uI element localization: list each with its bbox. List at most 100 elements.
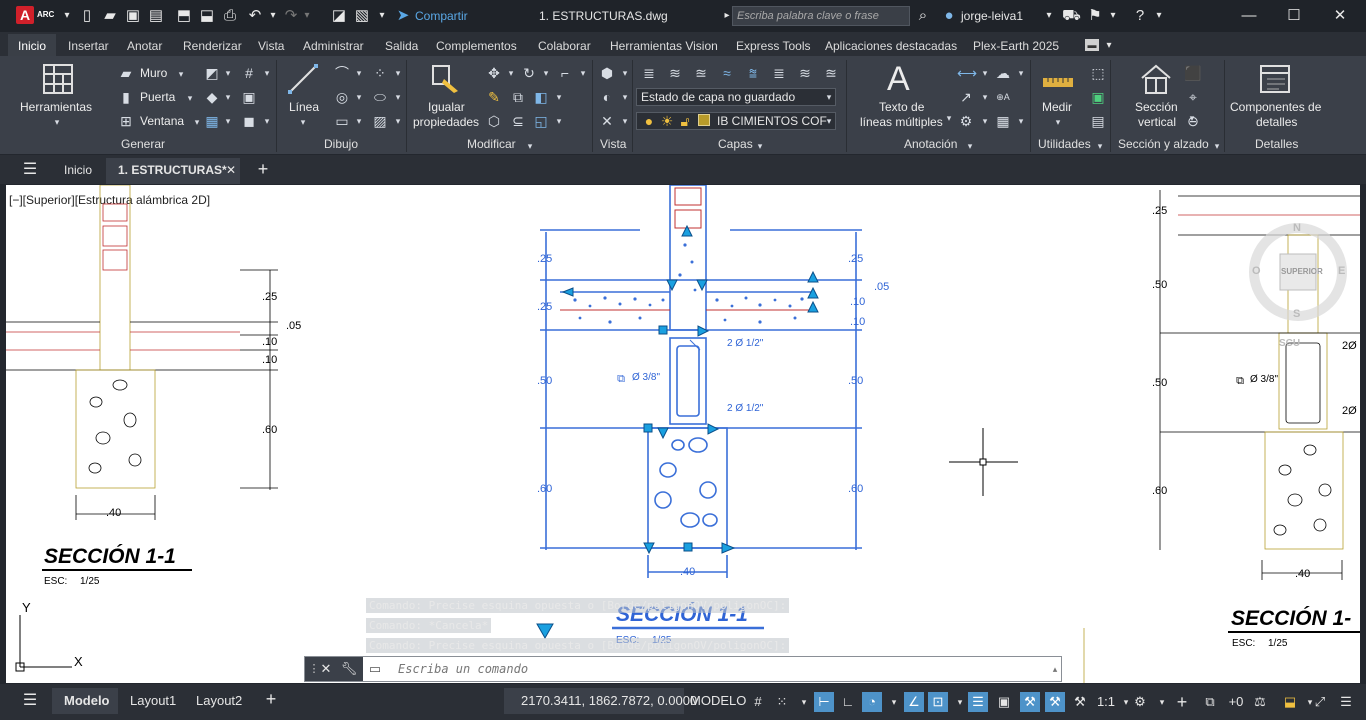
annotation-scale-icon[interactable]: ⚒: [1070, 692, 1090, 712]
visual-style-dropdown-icon[interactable]: ▾: [616, 89, 634, 105]
fillet-icon[interactable]: ⌐: [556, 65, 574, 81]
lineweight-icon[interactable]: ☰: [968, 692, 988, 712]
search-icon[interactable]: ⌕: [914, 7, 932, 25]
clean-screen-icon[interactable]: ⤢: [1310, 692, 1330, 712]
workspace-gear-icon[interactable]: ⚙: [1130, 692, 1150, 712]
rotate-dropdown-icon[interactable]: ▾: [537, 65, 555, 81]
space-icon[interactable]: ▣: [240, 89, 258, 105]
units-icon[interactable]: ⚖: [1250, 692, 1270, 712]
command-close-icon[interactable]: ✕: [317, 660, 335, 678]
layer-properties-icon[interactable]: ≣: [640, 65, 658, 81]
point-dropdown-icon[interactable]: ▾: [389, 65, 407, 81]
viewcube-north[interactable]: N: [1293, 222, 1301, 234]
command-history-toggle-icon[interactable]: ▴: [1046, 660, 1064, 678]
circle-dropdown-icon[interactable]: ▾: [350, 89, 368, 105]
scale-button[interactable]: 1:1: [1096, 692, 1116, 712]
componentes-line2[interactable]: detalles: [1256, 115, 1297, 129]
panel-label-modificar[interactable]: Modificar: [467, 137, 516, 151]
mirror-icon[interactable]: ◧: [532, 89, 550, 105]
slab-icon[interactable]: ◼: [240, 113, 258, 129]
polyline-icon[interactable]: ⌒: [333, 65, 351, 81]
minimize-icon[interactable]: —: [1240, 7, 1258, 25]
seccion-line1[interactable]: Sección: [1135, 100, 1178, 114]
wall-icon[interactable]: ▰: [117, 65, 135, 81]
grid-display-icon[interactable]: #: [748, 692, 768, 712]
quick-properties-icon[interactable]: ⬓: [1280, 692, 1300, 712]
orbit-icon[interactable]: ✕: [598, 113, 616, 129]
linea-dropdown-icon[interactable]: ▾: [294, 114, 312, 130]
maximize-icon[interactable]: ☐: [1285, 7, 1303, 25]
tools-grid-icon[interactable]: [42, 63, 74, 95]
search-input[interactable]: Escriba palabra clave o frase: [732, 6, 910, 26]
panel-label-vista[interactable]: Vista: [600, 137, 626, 151]
undo-icon[interactable]: ↶: [246, 7, 264, 25]
layout1-tab[interactable]: Layout1: [130, 693, 176, 708]
viewcube-top[interactable]: SUPERIOR: [1281, 267, 1323, 276]
share-icon[interactable]: ➤: [394, 7, 412, 25]
herramientas-button[interactable]: Herramientas: [20, 100, 92, 114]
texto-line1[interactable]: Texto de: [879, 100, 924, 114]
layout2-tab[interactable]: Layout2: [196, 693, 242, 708]
muro-button[interactable]: Muro: [140, 66, 167, 80]
app-logo[interactable]: A: [16, 6, 34, 24]
edit-icon[interactable]: ✎: [485, 89, 503, 105]
roof-dropdown-icon[interactable]: ▾: [219, 89, 237, 105]
command-input[interactable]: Escriba un comando: [398, 662, 528, 676]
text-a-icon[interactable]: A: [887, 60, 910, 98]
tab-plex-earth[interactable]: Plex-Earth 2025: [973, 39, 1059, 53]
hatch-dropdown-icon[interactable]: ▾: [389, 113, 407, 129]
medir-button[interactable]: Medir: [1042, 100, 1072, 114]
slab-dropdown-icon[interactable]: ▾: [258, 113, 276, 129]
line-icon[interactable]: [287, 63, 319, 95]
tab-herramientas-vision[interactable]: Herramientas Vision: [610, 39, 718, 53]
object-snap-tracking-icon[interactable]: ⊡: [928, 692, 948, 712]
modificar-expand-icon[interactable]: ▾: [521, 138, 539, 154]
herramientas-dropdown-icon[interactable]: ▾: [48, 114, 66, 130]
igualar-line1[interactable]: Igualar: [428, 100, 465, 114]
isolate-objects-icon[interactable]: ⧉: [1200, 692, 1220, 712]
ortho-mode-icon[interactable]: ∟: [838, 692, 858, 712]
doc-tab-close-icon[interactable]: ✕: [222, 161, 240, 179]
panel-label-seccion[interactable]: Sección y alzado: [1118, 137, 1209, 151]
rectangle-dropdown-icon[interactable]: ▾: [350, 113, 368, 129]
copy-icon[interactable]: ⧉: [509, 89, 527, 105]
calculator-icon[interactable]: ▤: [1089, 113, 1107, 129]
help-dropdown-icon[interactable]: ▾: [1150, 7, 1168, 25]
tab-complementos[interactable]: Complementos: [436, 39, 517, 53]
tab-insertar[interactable]: Insertar: [68, 39, 109, 53]
array-dropdown-icon[interactable]: ▾: [550, 113, 568, 129]
model-tab[interactable]: Modelo: [64, 693, 110, 708]
new-tab-plus-icon[interactable]: +: [254, 160, 272, 178]
stair-dropdown-icon[interactable]: ▾: [219, 65, 237, 81]
orbit-dropdown-icon[interactable]: ▾: [616, 113, 634, 129]
layer-dropdown-icon[interactable]: ▾: [820, 113, 838, 129]
undo-dropdown-icon[interactable]: ▾: [264, 7, 282, 25]
app-menu-chevron-icon[interactable]: ▾: [58, 7, 76, 25]
plot-publish-icon[interactable]: ⬓: [198, 7, 216, 25]
model-space-button[interactable]: MODELO: [690, 693, 746, 708]
layer-isolate-icon[interactable]: ≊: [692, 65, 710, 81]
quick-select-icon[interactable]: ⬚: [1089, 65, 1107, 81]
offset-icon[interactable]: ⊆: [509, 113, 527, 129]
hamburger-menu-icon[interactable]: ☰: [21, 161, 39, 179]
capas-expand-icon[interactable]: ▾: [751, 138, 769, 154]
auto-scale-icon[interactable]: ⚒: [1045, 692, 1065, 712]
linea-button[interactable]: Línea: [289, 100, 319, 114]
sheet-icon[interactable]: ▧: [353, 7, 371, 25]
ventana-button[interactable]: Ventana: [140, 114, 184, 128]
doc-tab-inicio[interactable]: Inicio: [64, 163, 92, 177]
layer-walk-icon[interactable]: ≊: [822, 65, 840, 81]
viewcube-wcs[interactable]: SCU: [1279, 338, 1300, 349]
ribbon-minimize-icon[interactable]: ▬: [1085, 39, 1099, 51]
grid-dropdown-icon[interactable]: ▾: [258, 65, 276, 81]
add-layout-plus-icon[interactable]: +: [262, 690, 280, 708]
osnap-dropdown-icon[interactable]: ▾: [950, 692, 970, 712]
anotacion-expand-icon[interactable]: ▾: [961, 138, 979, 154]
panel-label-anotacion[interactable]: Anotación: [904, 137, 957, 151]
rectangle-icon[interactable]: ▭: [333, 113, 351, 129]
redo-dropdown-icon[interactable]: ▾: [298, 7, 316, 25]
igualar-line2[interactable]: propiedades: [413, 115, 479, 129]
layer-lock-icon[interactable]: ≣: [770, 65, 788, 81]
ribbon-options-dropdown-icon[interactable]: ▾: [1100, 37, 1118, 55]
print-icon[interactable]: ⎙: [221, 7, 239, 25]
